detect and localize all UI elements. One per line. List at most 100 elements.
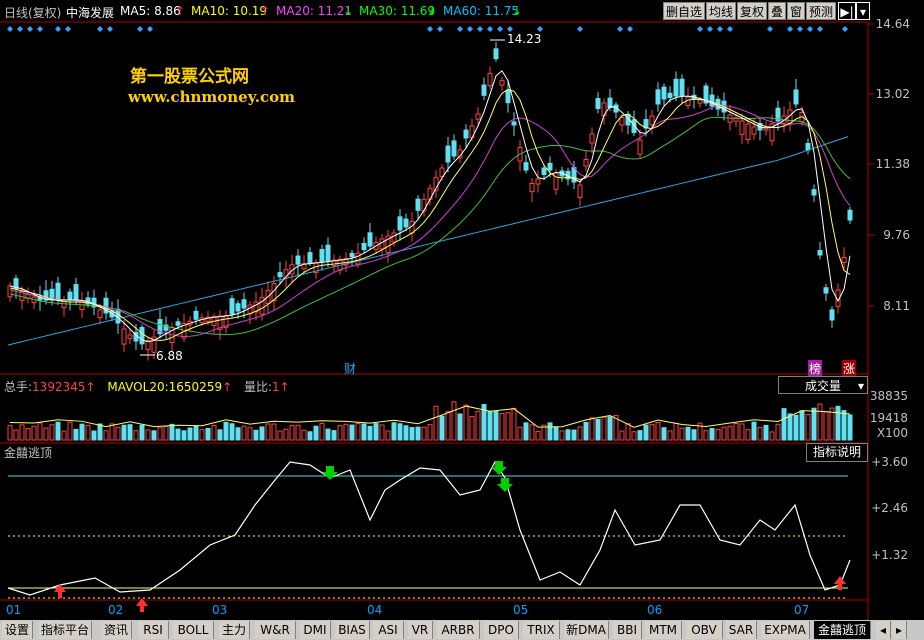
volume-bar xyxy=(151,430,157,441)
candle xyxy=(355,252,361,265)
finance-marker[interactable]: 财 xyxy=(344,360,356,377)
candle xyxy=(817,250,823,256)
volume-bar xyxy=(421,426,427,441)
tab-rsi[interactable]: RSI xyxy=(138,621,169,639)
tab-arbr[interactable]: ARBR xyxy=(437,621,480,639)
candle xyxy=(193,310,199,320)
volume-bar xyxy=(679,427,685,441)
date-label: 07 xyxy=(794,603,810,617)
candle xyxy=(499,80,505,86)
tab-dmi[interactable]: DMI xyxy=(300,621,331,639)
candle xyxy=(679,78,685,96)
volume-bar xyxy=(685,426,691,441)
candle xyxy=(481,84,487,96)
candle xyxy=(823,287,829,294)
volume-bar xyxy=(691,429,697,441)
marker-diamond-icon xyxy=(467,26,473,32)
volume-bar xyxy=(145,429,151,441)
marker-diamond-icon xyxy=(147,26,153,32)
tab-bias[interactable]: BIAS xyxy=(335,621,370,639)
tab-mtm[interactable]: MTM xyxy=(645,621,682,639)
volume-bar xyxy=(109,423,115,441)
volume-bar xyxy=(619,430,625,441)
rank-marker[interactable]: 榜 xyxy=(808,360,823,377)
volume-bar xyxy=(67,421,73,441)
watermark-title: 第一股票公式网 xyxy=(130,67,249,87)
tab-indicator-platform[interactable]: 指标平台 xyxy=(39,621,92,639)
tab-boll[interactable]: BOLL xyxy=(173,621,214,639)
volume-bar xyxy=(43,427,49,441)
marker-diamond-icon xyxy=(787,26,793,32)
tab-dpo[interactable]: DPO xyxy=(484,621,519,639)
candle xyxy=(547,162,553,171)
candle xyxy=(139,326,145,345)
volume-bar xyxy=(229,423,235,441)
candle xyxy=(535,178,541,185)
candle xyxy=(595,98,601,109)
marker-diamond-icon xyxy=(577,26,583,32)
tab-asi[interactable]: ASI xyxy=(373,621,404,639)
tab-jinxi-taoding[interactable]: 金囍逃顶 xyxy=(814,621,871,639)
tab-obv[interactable]: OBV xyxy=(686,621,723,639)
tab-vr[interactable]: VR xyxy=(408,621,433,639)
candle xyxy=(295,255,301,265)
low-price-label: 6.88 xyxy=(156,349,183,363)
marker-diamond-icon xyxy=(617,26,623,32)
date-label: 05 xyxy=(513,603,529,617)
volume-bar xyxy=(751,421,757,441)
limit-up-marker[interactable]: 涨 xyxy=(842,360,857,377)
candle xyxy=(97,309,103,319)
tab-trix[interactable]: TRIX xyxy=(523,621,560,639)
marker-diamond-icon xyxy=(767,26,773,32)
volume-bar xyxy=(553,426,559,441)
candle xyxy=(709,94,715,107)
marker-diamond-icon xyxy=(727,26,733,32)
volume-bar xyxy=(403,425,409,441)
indicator-axis-label: +1.32 xyxy=(871,548,908,562)
candle xyxy=(673,78,679,97)
candle xyxy=(127,334,133,339)
volume-bar xyxy=(343,423,349,441)
tab-news[interactable]: 资讯 xyxy=(101,621,132,639)
marker-diamond-icon xyxy=(17,26,23,32)
volume-bar xyxy=(667,430,673,441)
volume-bar xyxy=(391,422,397,441)
candle xyxy=(319,249,325,263)
volume-bar xyxy=(517,426,523,441)
tab-main-force[interactable]: 主力 xyxy=(219,621,250,639)
volume-bar xyxy=(235,427,241,441)
indicator-help-button[interactable]: 指标说明 xyxy=(806,443,868,462)
volume-bar xyxy=(661,427,667,441)
volume-bar xyxy=(217,429,223,441)
volume-bar xyxy=(811,407,817,441)
indicator-tab-bar: 设置 指标平台 资讯 RSI BOLL 主力 W&R DMI BIAS ASI … xyxy=(0,620,924,640)
tab-scroll-right-icon[interactable]: ▸ xyxy=(892,621,907,639)
volume-header: 总手:1392345↑ MAVOL20:1650259↑ 量比:1↑ xyxy=(4,380,290,394)
volume-bar xyxy=(493,411,499,441)
tab-sar[interactable]: SAR xyxy=(726,621,757,639)
indicator-axis-label: +3.60 xyxy=(871,455,908,469)
tab-bbi[interactable]: BBI xyxy=(613,621,642,639)
tab-expma[interactable]: EXPMA xyxy=(761,621,810,639)
volume-bar xyxy=(571,429,577,441)
volume-indicator-select[interactable]: 成交量 ▾ xyxy=(778,376,868,394)
tab-scroll-left-icon[interactable]: ◂ xyxy=(876,621,891,639)
candle xyxy=(487,72,493,87)
candle xyxy=(241,299,247,309)
tab-new-dma[interactable]: 新DMA xyxy=(564,621,609,639)
marker-diamond-icon xyxy=(55,26,61,32)
candle xyxy=(697,99,703,104)
tab-wr[interactable]: W&R xyxy=(255,621,296,639)
date-label: 01 xyxy=(6,603,22,617)
date-label: 03 xyxy=(212,603,228,617)
volume-bar xyxy=(313,425,319,441)
volume-bar xyxy=(433,405,439,441)
candle xyxy=(493,48,499,60)
volume-bar xyxy=(367,425,373,441)
volume-bar xyxy=(643,424,649,441)
marker-diamond-icon xyxy=(707,26,713,32)
volume-bar xyxy=(505,412,511,441)
volume-bar xyxy=(835,405,841,441)
tab-settings[interactable]: 设置 xyxy=(2,621,33,639)
marker-diamond-icon xyxy=(807,26,813,32)
